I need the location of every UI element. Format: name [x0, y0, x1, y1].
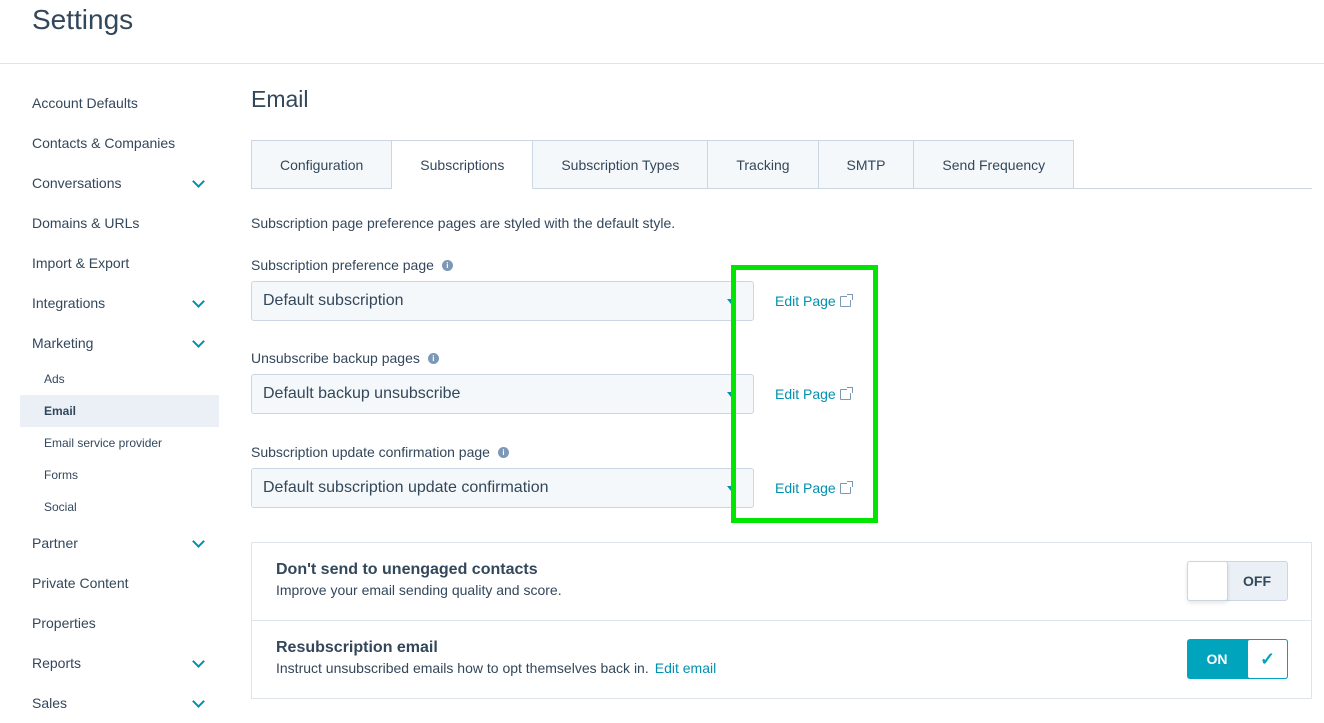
sidebar-item-label: Integrations [32, 295, 106, 311]
select-value: Default backup unsubscribe [263, 385, 461, 402]
sidebar: Account Defaults Contacts & Companies Co… [20, 83, 219, 723]
sidebar-item-label: Forms [44, 468, 78, 482]
sidebar-item-label: Private Content [32, 575, 129, 591]
sidebar-item-label: Sales [32, 695, 68, 711]
sidebar-item-reports[interactable]: Reports [20, 643, 219, 683]
setting-description: Instruct unsubscribed emails how to opt … [276, 660, 649, 676]
sidebar-item-contacts-companies[interactable]: Contacts & Companies [20, 123, 219, 163]
sidebar-item-label: Partner [32, 535, 78, 551]
toggle-label: OFF [1243, 573, 1271, 589]
tab-send-frequency[interactable]: Send Frequency [914, 140, 1075, 189]
setting-title: Resubscription email [276, 639, 438, 656]
sidebar-subitem-email-service-provider[interactable]: Email service provider [20, 427, 219, 459]
toggle-knob [1187, 561, 1228, 601]
chevron-down-icon [192, 334, 205, 348]
tab-smtp[interactable]: SMTP [818, 140, 915, 189]
tab-configuration[interactable]: Configuration [251, 140, 393, 189]
sidebar-subitem-forms[interactable]: Forms [20, 459, 219, 491]
tab-subscription-types[interactable]: Subscription Types [533, 140, 709, 189]
resubscription-setting: Resubscription email Instruct unsubscrib… [252, 621, 1311, 699]
sidebar-subitem-email[interactable]: Email [20, 395, 219, 427]
field-label: Subscription preference page [251, 257, 434, 273]
chevron-down-icon [192, 654, 205, 668]
resubscription-toggle[interactable]: ON ✓ [1187, 639, 1288, 679]
sidebar-item-label: Reports [32, 655, 82, 671]
settings-card: Don't send to unengaged contacts Improve… [251, 542, 1312, 699]
unengaged-contacts-setting: Don't send to unengaged contacts Improve… [252, 543, 1311, 621]
chevron-down-icon [192, 174, 205, 188]
page-title: Settings [32, 4, 134, 35]
chevron-down-icon [192, 534, 205, 548]
sidebar-subitem-social[interactable]: Social [20, 491, 219, 523]
highlight-box [731, 265, 878, 523]
field-label: Subscription update confirmation page [251, 444, 490, 460]
sidebar-item-sales[interactable]: Sales [20, 683, 219, 723]
sidebar-item-partner[interactable]: Partner [20, 523, 219, 563]
edit-email-link[interactable]: Edit email [655, 660, 716, 676]
sidebar-item-account-defaults[interactable]: Account Defaults [20, 83, 219, 123]
chevron-down-icon [192, 694, 205, 708]
toggle-label: ON [1206, 651, 1228, 667]
select-value: Default subscription update confirmation [263, 479, 549, 496]
sidebar-item-domains-urls[interactable]: Domains & URLs [20, 203, 219, 243]
sidebar-item-import-export[interactable]: Import & Export [20, 243, 219, 283]
unengaged-toggle[interactable]: OFF [1187, 561, 1288, 601]
backup-pages-select[interactable]: Default backup unsubscribe [251, 374, 754, 414]
select-value: Default subscription [263, 292, 404, 309]
sidebar-item-label: Email service provider [44, 436, 163, 450]
sidebar-item-label: Marketing [32, 335, 94, 351]
sidebar-item-label: Contacts & Companies [32, 135, 176, 151]
style-description: Subscription page preference pages are s… [251, 215, 676, 231]
sidebar-item-properties[interactable]: Properties [20, 603, 219, 643]
sidebar-item-label: Account Defaults [32, 95, 138, 111]
setting-description: Improve your email sending quality and s… [276, 582, 562, 598]
sidebar-item-label: Import & Export [32, 255, 130, 271]
info-icon[interactable]: i [441, 259, 453, 271]
sidebar-item-label: Domains & URLs [32, 215, 140, 231]
sidebar-item-label: Social [44, 500, 77, 514]
tab-subscriptions[interactable]: Subscriptions [392, 140, 534, 189]
tab-tracking[interactable]: Tracking [708, 140, 819, 189]
section-title: Email [251, 86, 309, 112]
sidebar-subitem-ads[interactable]: Ads [20, 363, 219, 395]
sidebar-item-integrations[interactable]: Integrations [20, 283, 219, 323]
sidebar-item-label: Email [44, 404, 77, 418]
sidebar-item-label: Properties [32, 615, 96, 631]
sidebar-item-marketing[interactable]: Marketing [20, 323, 219, 363]
check-icon: ✓ [1247, 639, 1288, 679]
chevron-down-icon [192, 294, 205, 308]
setting-title: Don't send to unengaged contacts [276, 561, 538, 578]
preference-page-select[interactable]: Default subscription [251, 281, 754, 321]
sidebar-item-label: Conversations [32, 175, 122, 191]
info-icon[interactable]: i [427, 352, 439, 364]
sidebar-item-private-content[interactable]: Private Content [20, 563, 219, 603]
top-bar: Settings [0, 0, 1324, 64]
tab-bar: Configuration Subscriptions Subscription… [251, 140, 1312, 189]
sidebar-item-label: Ads [44, 372, 65, 386]
sidebar-item-conversations[interactable]: Conversations [20, 163, 219, 203]
confirmation-page-select[interactable]: Default subscription update confirmation [251, 468, 754, 508]
info-icon[interactable]: i [497, 446, 509, 458]
field-label: Unsubscribe backup pages [251, 350, 420, 366]
